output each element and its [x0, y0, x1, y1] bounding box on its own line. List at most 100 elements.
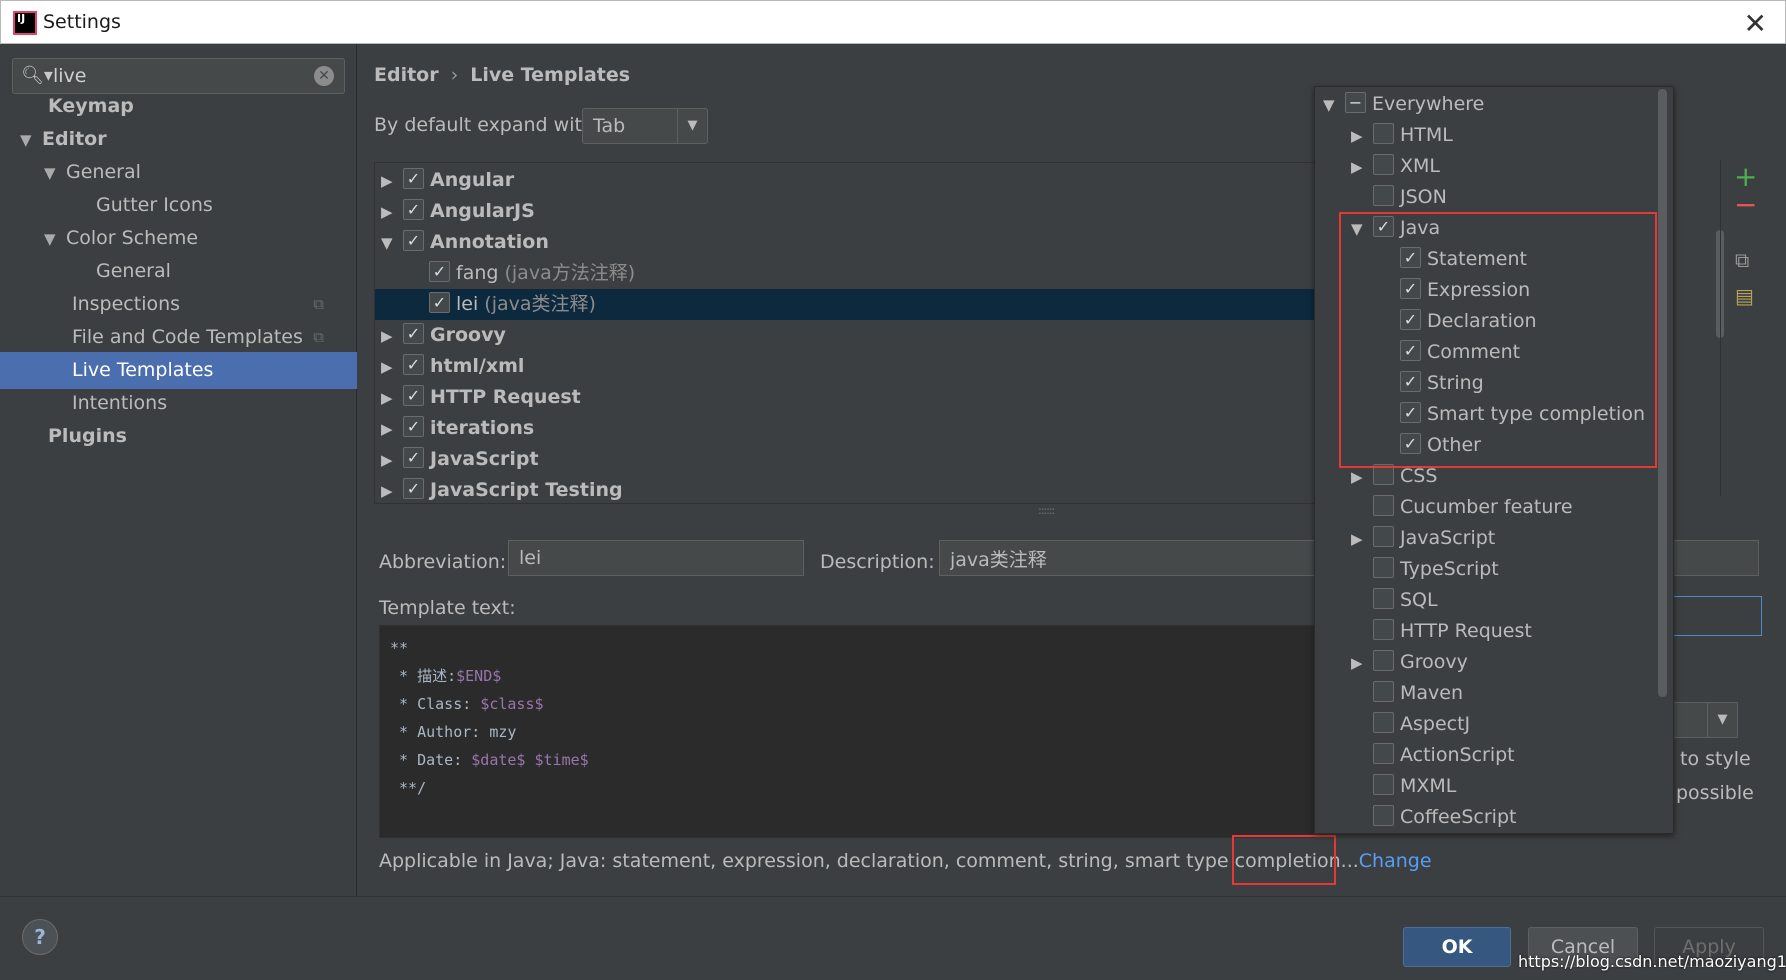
- breadcrumb-parent[interactable]: Editor: [374, 64, 439, 86]
- context-item-sql[interactable]: SQL: [1315, 585, 1661, 616]
- remove-icon[interactable]: −: [1734, 188, 1757, 221]
- expand-with-dropdown[interactable]: Tab ▼: [582, 108, 708, 144]
- context-checkbox[interactable]: [1373, 495, 1394, 516]
- template-group-label: iterations: [430, 417, 535, 439]
- expand-triangle-icon[interactable]: ▼: [44, 155, 66, 192]
- expand-triangle-icon[interactable]: ▶: [381, 383, 403, 414]
- context-item-json[interactable]: JSON: [1315, 182, 1661, 213]
- context-checkbox[interactable]: [1373, 557, 1394, 578]
- template-checkbox[interactable]: ✓: [429, 292, 450, 313]
- template-checkbox[interactable]: ✓: [403, 323, 424, 344]
- sidebar-item-color-scheme[interactable]: ▼ Color Scheme: [44, 220, 198, 257]
- abbreviation-input[interactable]: [508, 540, 804, 576]
- edit-variables-button[interactable]: [1672, 596, 1762, 636]
- sidebar-item-file-and-code-templates[interactable]: File and Code Templates ⧉: [72, 319, 342, 356]
- expand-triangle-icon[interactable]: ▶: [1351, 524, 1373, 555]
- context-checkbox[interactable]: [1373, 526, 1394, 547]
- search-input[interactable]: [53, 63, 303, 89]
- context-checkbox[interactable]: [1373, 805, 1394, 826]
- context-item-html[interactable]: ▶ HTML: [1315, 120, 1661, 151]
- context-checkbox[interactable]: [1373, 619, 1394, 640]
- help-icon[interactable]: ?: [22, 919, 58, 955]
- context-item-maven[interactable]: Maven: [1315, 678, 1661, 709]
- sidebar-item-keymap[interactable]: Keymap: [48, 88, 134, 125]
- context-label: XML: [1400, 155, 1440, 177]
- context-item-xml[interactable]: ▶ XML: [1315, 151, 1661, 182]
- context-item-javascript[interactable]: ▶ JavaScript: [1315, 523, 1661, 554]
- template-checkbox[interactable]: ✓: [403, 416, 424, 437]
- expand-triangle-icon[interactable]: ▼: [20, 122, 42, 159]
- expand-triangle-icon[interactable]: ▶: [381, 476, 403, 503]
- context-checkbox[interactable]: [1373, 123, 1394, 144]
- context-checkbox[interactable]: [1373, 743, 1394, 764]
- chevron-down-icon[interactable]: ▼: [677, 109, 707, 143]
- sidebar-item-general[interactable]: ▼ General: [44, 154, 141, 191]
- context-checkbox[interactable]: [1373, 588, 1394, 609]
- options-dropdown[interactable]: ▼: [1672, 702, 1738, 738]
- context-item-typescript[interactable]: TypeScript: [1315, 554, 1661, 585]
- template-label: lei: [456, 293, 479, 315]
- template-checkbox[interactable]: ✓: [403, 230, 424, 251]
- template-checkbox[interactable]: ✓: [403, 478, 424, 499]
- template-checkbox[interactable]: ✓: [429, 261, 450, 282]
- expand-triangle-icon[interactable]: ▼: [44, 221, 66, 258]
- search-icon[interactable]: 🔍︎▾: [21, 65, 53, 86]
- context-checkbox[interactable]: [1373, 154, 1394, 175]
- expand-triangle-icon[interactable]: ▶: [381, 166, 403, 197]
- code-variable: $date$ $time$: [471, 751, 589, 769]
- context-checkbox-partial[interactable]: −: [1345, 92, 1366, 113]
- template-checkbox[interactable]: ✓: [403, 199, 424, 220]
- change-group-icon[interactable]: ▤: [1735, 284, 1754, 308]
- expand-triangle-icon[interactable]: ▶: [381, 197, 403, 228]
- clear-search-icon[interactable]: ✕: [314, 66, 334, 86]
- expand-triangle-icon[interactable]: ▶: [381, 352, 403, 383]
- context-label: AspectJ: [1400, 713, 1471, 735]
- expand-triangle-icon[interactable]: ▶: [1351, 648, 1373, 679]
- sidebar-item-label: Intentions: [72, 392, 168, 414]
- close-icon[interactable]: ✕: [1744, 7, 1767, 40]
- expand-triangle-icon[interactable]: ▶: [381, 445, 403, 476]
- context-label: ActionScript: [1400, 744, 1515, 766]
- collapse-triangle-icon[interactable]: ▼: [381, 228, 403, 259]
- expand-triangle-icon[interactable]: ▶: [1351, 152, 1373, 183]
- template-checkbox[interactable]: ✓: [403, 385, 424, 406]
- context-item-mxml[interactable]: MXML: [1315, 771, 1661, 802]
- copy-icon[interactable]: ⧉: [1735, 248, 1749, 272]
- sidebar-item-color-scheme-general[interactable]: General: [96, 253, 171, 290]
- expand-triangle-icon[interactable]: ▶: [1351, 121, 1373, 152]
- chevron-down-icon[interactable]: ▼: [1707, 703, 1737, 737]
- sidebar-item-plugins[interactable]: Plugins: [48, 418, 127, 455]
- sidebar-item-label: Gutter Icons: [96, 194, 213, 216]
- context-item-cucumber-feature[interactable]: Cucumber feature: [1315, 492, 1661, 523]
- change-context-link[interactable]: Change: [1359, 850, 1432, 872]
- template-text-editor[interactable]: ** * 描述:$END$ * Class: $class$ * Author:…: [379, 625, 1314, 838]
- sidebar-item-label: Keymap: [48, 95, 134, 117]
- splitter-handle[interactable]: ::::::: [1038, 504, 1055, 517]
- sidebar-item-editor[interactable]: ▼ Editor: [20, 121, 107, 158]
- context-checkbox[interactable]: [1373, 774, 1394, 795]
- context-item-coffeescript[interactable]: CoffeeScript: [1315, 802, 1661, 833]
- sidebar-item-inspections[interactable]: Inspections ⧉: [72, 286, 342, 323]
- context-item-actionscript[interactable]: ActionScript: [1315, 740, 1661, 771]
- context-label: Cucumber feature: [1400, 496, 1573, 518]
- sidebar-item-gutter-icons[interactable]: Gutter Icons: [96, 187, 213, 224]
- sidebar-item-intentions[interactable]: Intentions: [72, 385, 167, 422]
- template-checkbox[interactable]: ✓: [403, 168, 424, 189]
- context-item-http-request[interactable]: HTTP Request: [1315, 616, 1661, 647]
- expand-triangle-icon[interactable]: ▶: [381, 414, 403, 445]
- expand-triangle-icon[interactable]: ▶: [381, 321, 403, 352]
- context-checkbox[interactable]: [1373, 185, 1394, 206]
- ok-button[interactable]: OK: [1403, 927, 1511, 967]
- sidebar-item-live-templates[interactable]: Live Templates: [0, 352, 357, 389]
- collapse-triangle-icon[interactable]: ▼: [1323, 90, 1345, 121]
- template-checkbox[interactable]: ✓: [403, 354, 424, 375]
- context-checkbox[interactable]: [1373, 650, 1394, 671]
- context-item-groovy[interactable]: ▶ Groovy: [1315, 647, 1661, 678]
- context-item-everywhere[interactable]: ▼ − Everywhere: [1315, 89, 1661, 120]
- sidebar-item-label: Color Scheme: [66, 227, 199, 249]
- template-checkbox[interactable]: ✓: [403, 447, 424, 468]
- context-item-aspectj[interactable]: AspectJ: [1315, 709, 1661, 740]
- context-label: JSON: [1400, 186, 1447, 208]
- context-checkbox[interactable]: [1373, 712, 1394, 733]
- context-checkbox[interactable]: [1373, 681, 1394, 702]
